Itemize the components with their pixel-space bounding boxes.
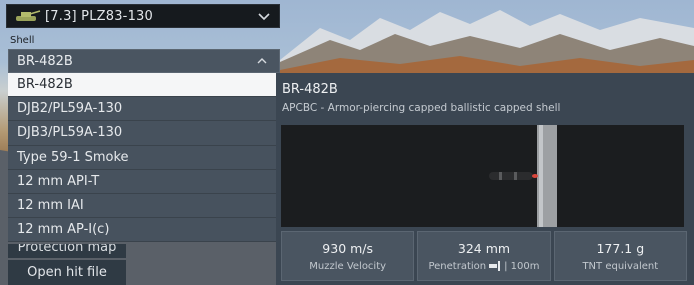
chevron-down-icon [258,13,270,21]
vehicle-name: [7.3] PLZ83-130 [45,8,153,24]
shell-option[interactable]: DJB3/PL59A-130 [8,121,276,146]
shell-stats: 930 m/s Muzzle Velocity 324 mm Penetrati… [281,231,687,281]
projectile-icon [489,172,538,180]
shell-option[interactable]: BR-482B [8,73,276,98]
chevron-up-icon [257,58,267,64]
open-hit-file-button[interactable]: Open hit file [8,260,126,285]
shell-title: BR-482B [282,82,338,97]
stat-label: Penetration [428,260,487,272]
shell-option[interactable]: 12 mm AP-I(c) [8,218,276,243]
penetration-icon [489,261,501,271]
stat-label: TNT equivalent [582,260,659,272]
stat-label: Muzzle Velocity [309,260,387,272]
shell-label: Shell [10,35,35,46]
penetration-preview [281,125,684,227]
vehicle-selector[interactable]: [7.3] PLZ83-130 [6,4,280,28]
shell-dropdown-list: BR-482B DJB2/PL59A-130 DJB3/PL59A-130 Ty… [8,73,276,243]
stat-range: | 100m [504,260,540,272]
stat-muzzle-velocity: 930 m/s Muzzle Velocity [281,231,415,281]
stat-value: 177.1 g [596,240,645,256]
shell-option[interactable]: Type 59-1 Smoke [8,145,276,170]
shell-option[interactable]: DJB2/PL59A-130 [8,97,276,122]
stat-value: 324 mm [457,240,511,256]
stat-penetration: 324 mm Penetration | 100m [417,231,551,281]
tank-icon [16,10,41,21]
shell-description: APCBC - Armor-piercing capped ballistic … [282,102,561,114]
shell-dropdown[interactable]: BR-482B [8,49,280,73]
shell-info-panel: BR-482B APCBC - Armor-piercing capped ba… [276,73,694,285]
stat-value: 930 m/s [322,240,374,256]
shell-selected-value: BR-482B [17,53,73,69]
shell-option[interactable]: 12 mm API-T [8,169,276,194]
shell-option[interactable]: 12 mm IAI [8,193,276,219]
stat-tnt-equivalent: 177.1 g TNT equivalent [553,231,687,281]
